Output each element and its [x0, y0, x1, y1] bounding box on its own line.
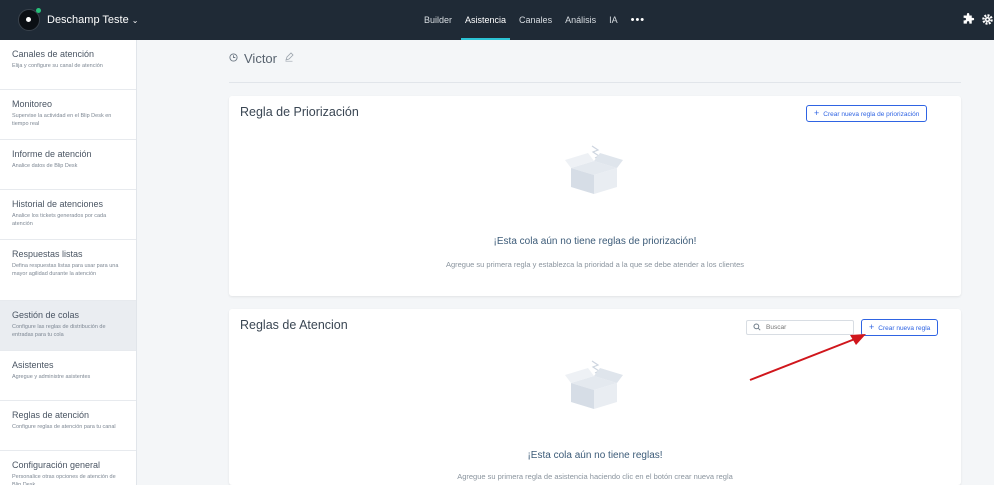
sidebar-item-historial[interactable]: Historial de atenciones Analice los tick… [0, 190, 136, 240]
sidebar-item-desc: Elija y configure su canal de atención [12, 63, 103, 69]
more-options-icon[interactable]: ••• [631, 0, 646, 40]
divider [229, 82, 961, 83]
sidebar-item-title: Informe de atención [12, 149, 92, 159]
bot-avatar-icon [18, 8, 41, 31]
online-status-icon [36, 8, 41, 13]
empty-state-description: Agregue su primera regla de asistencia h… [457, 472, 733, 481]
empty-state-description: Agregue su primera regla y establezca la… [445, 260, 745, 269]
edit-pencil-icon[interactable] [284, 52, 294, 65]
sidebar-item-desc: Configure las reglas de distribución de … [12, 324, 106, 338]
button-label: Crear nueva regla [878, 325, 931, 332]
empty-box-icon [565, 144, 623, 194]
sidebar-item-desc: Personalice otras opciones de atención d… [12, 474, 116, 485]
sidebar-item-informe[interactable]: Informe de atención Analice datos de Bli… [0, 140, 136, 190]
sidebar-item-title: Historial de atenciones [12, 199, 104, 209]
top-icons [956, 13, 994, 29]
queue-header: Victor [229, 51, 294, 66]
sidebar-item-asistentes[interactable]: Asistentes Agregue y administre asistent… [0, 351, 136, 401]
annotation-arrow-icon [749, 334, 866, 381]
create-rule-button[interactable]: + Crear nueva regla [861, 319, 939, 336]
sidebar-item-desc: Analice los tickets generados por cada a… [12, 213, 107, 227]
nav-asistencia[interactable]: Asistencia [461, 0, 511, 40]
top-bar: Deschamp Teste ⌄ Builder Asistencia Cana… [0, 0, 994, 40]
sidebar-item-desc: Defina respuestas listas para usar para … [12, 263, 119, 277]
button-label: Crear nueva regla de priorización [823, 111, 920, 118]
nav-canales[interactable]: Canales [519, 0, 552, 40]
bot-name: Deschamp Teste [47, 14, 129, 26]
create-priority-rule-button[interactable]: + Crear nueva regla de priorización [806, 105, 928, 122]
empty-box-icon [565, 359, 623, 409]
card-title: Regla de Priorización [240, 105, 359, 119]
sidebar-item-desc: Configure reglas de atención para tu can… [12, 424, 116, 430]
sidebar-item-title: Monitoreo [12, 99, 53, 109]
priority-rules-card: Regla de Priorización + Crear nueva regla… [229, 96, 961, 296]
nav-builder[interactable]: Builder [424, 0, 452, 40]
sidebar-item-desc: Analice datos de Blip Desk [12, 163, 78, 169]
sidebar: Canales de atención Elija y configure su… [0, 40, 137, 485]
sidebar-item-desc: Supervise la actividad en el Blip Desk e… [12, 113, 112, 127]
empty-state-title: ¡Esta cola aún no tiene reglas! [527, 450, 663, 461]
sidebar-item-desc: Agregue y administre asistentes [12, 374, 91, 380]
chevron-down-icon: ⌄ [131, 15, 139, 25]
sidebar-item-title: Asistentes [12, 360, 54, 370]
empty-state-title: ¡Esta cola aún no tiene reglas de priori… [493, 236, 697, 247]
sidebar-item-title: Reglas de atención [12, 410, 90, 420]
gear-icon[interactable] [981, 13, 994, 29]
sidebar-item-title: Respuestas listas [12, 249, 83, 259]
sidebar-item-title: Gestión de colas [12, 310, 80, 320]
main-content: Victor Regla de Priorización + Crear nuev… [137, 40, 994, 485]
sidebar-item-configuracion[interactable]: Configuración general Personalice otras … [0, 451, 136, 485]
clock-icon [229, 52, 238, 65]
main-nav: Builder Asistencia Canales Análisis IA •… [424, 0, 645, 40]
sidebar-item-gestion-colas[interactable]: Gestión de colas Configure las reglas de… [0, 301, 136, 351]
puzzle-icon[interactable] [962, 13, 975, 29]
bot-selector[interactable]: Deschamp Teste ⌄ [18, 8, 139, 31]
plus-icon: + [814, 108, 820, 118]
nav-analisis[interactable]: Análisis [565, 0, 596, 40]
sidebar-item-monitoreo[interactable]: Monitoreo Supervise la actividad en el B… [0, 90, 136, 140]
sidebar-item-canales[interactable]: Canales de atención Elija y configure su… [0, 40, 136, 90]
card-title: Reglas de Atencion [240, 318, 348, 332]
sidebar-item-respuestas[interactable]: Respuestas listas Defina respuestas list… [0, 240, 136, 301]
nav-ia[interactable]: IA [609, 0, 618, 40]
sidebar-item-title: Canales de atención [12, 49, 95, 59]
queue-name: Victor [244, 51, 277, 66]
sidebar-item-title: Configuración general [12, 460, 101, 470]
sidebar-item-reglas[interactable]: Reglas de atención Configure reglas de a… [0, 401, 136, 451]
